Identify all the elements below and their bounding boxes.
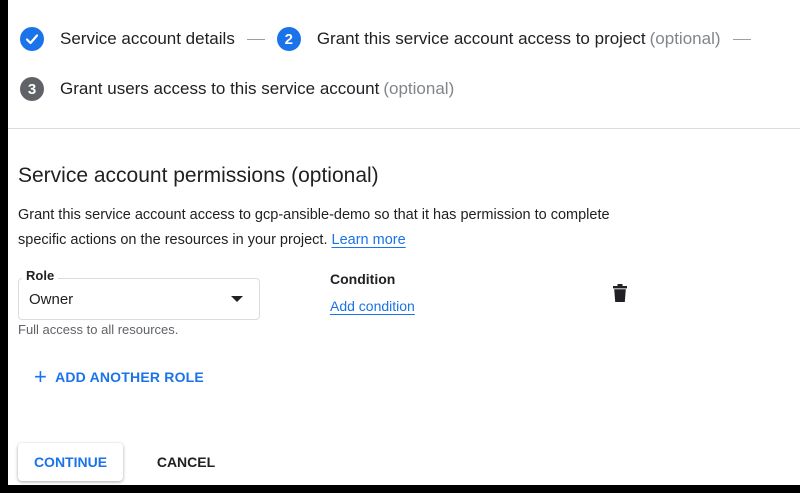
step-3-optional: (optional) [383,79,455,98]
add-another-role-label: ADD ANOTHER ROLE [55,369,204,385]
condition-label: Condition [330,271,396,287]
continue-button[interactable]: CONTINUE [18,443,123,481]
step-3-title: Grant users access to this service accou… [60,79,380,98]
step-3-label[interactable]: Grant users access to this service accou… [60,79,454,99]
stepper-row-1: Service account details 2 Grant this ser… [20,27,763,51]
add-another-role-button[interactable]: + ADD ANOTHER ROLE [34,364,204,389]
step-1-label[interactable]: Service account details [60,29,235,49]
learn-more-link[interactable]: Learn more [332,232,406,248]
step-3-number: 3 [20,77,44,101]
add-condition-link[interactable]: Add condition [330,298,415,314]
role-select[interactable]: Owner [18,278,260,320]
section-divider [8,128,800,129]
dropdown-arrow-icon [231,296,243,302]
step-2-optional: (optional) [649,29,721,48]
role-select-value: Owner [29,291,74,308]
step-connector [732,38,751,40]
service-account-create-panel: Service account details 2 Grant this ser… [8,0,800,485]
step-2-title: Grant this service account access to pro… [316,29,646,48]
cancel-button[interactable]: CANCEL [146,443,226,481]
step-2-number: 2 [276,27,301,51]
plus-icon: + [34,364,48,389]
check-icon [25,34,39,45]
stepper-row-2: 3 Grant users access to this service acc… [20,77,454,101]
trash-icon[interactable] [613,284,627,302]
permissions-description-text: Grant this service account access to gcp… [18,207,610,248]
step-1-complete-indicator [20,27,44,51]
permissions-title: Service account permissions (optional) [18,164,379,187]
role-help-text: Full access to all resources. [18,322,179,337]
step-2-label[interactable]: Grant this service account access to pro… [317,29,721,49]
role-label: Role [22,268,59,283]
permissions-description: Grant this service account access to gcp… [18,203,658,253]
step-connector [246,38,265,40]
